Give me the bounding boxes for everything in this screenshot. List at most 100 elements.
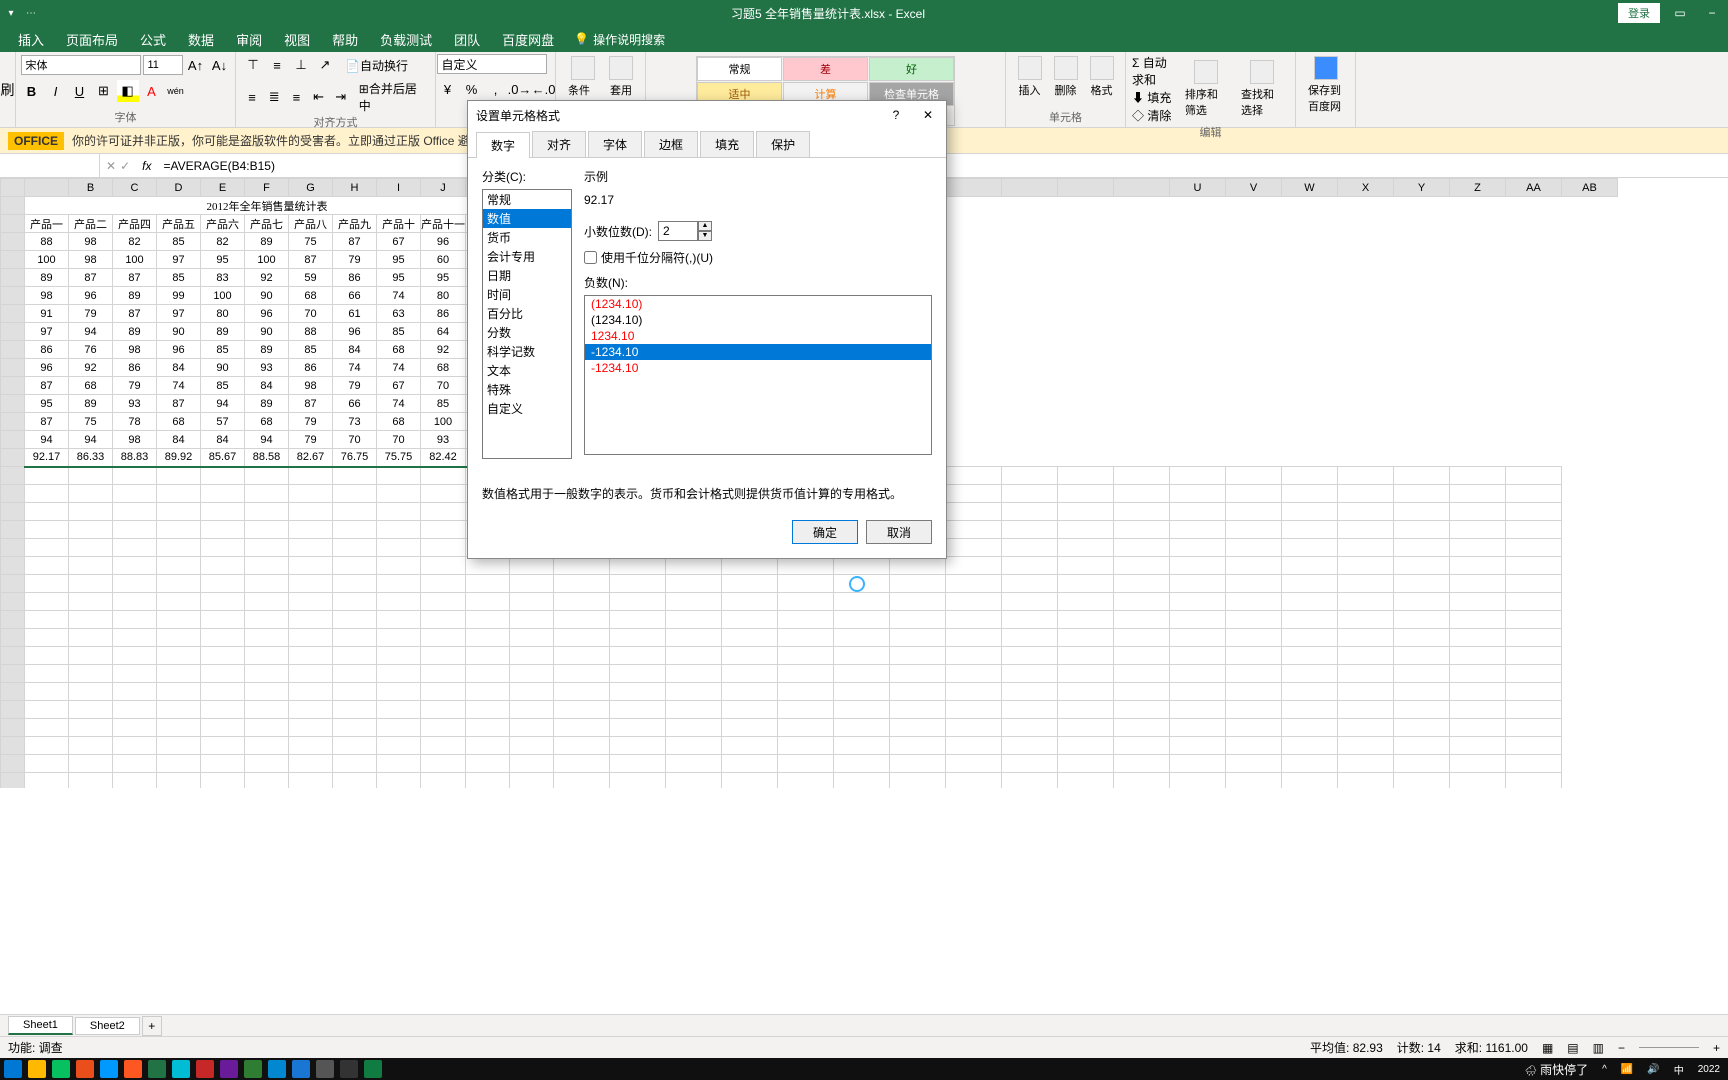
empty-cell[interactable] [421, 629, 466, 647]
empty-cell[interactable] [610, 773, 666, 789]
empty-cell[interactable] [289, 773, 333, 789]
data-cell[interactable]: 74 [377, 287, 421, 305]
data-cell[interactable]: 70 [289, 305, 333, 323]
data-cell[interactable]: 90 [245, 287, 289, 305]
underline-button[interactable]: U [69, 80, 91, 102]
empty-cell[interactable] [834, 593, 890, 611]
empty-cell[interactable] [722, 755, 778, 773]
empty-cell[interactable] [1394, 521, 1450, 539]
fill-color-button[interactable]: ◧ [117, 80, 139, 102]
empty-cell[interactable] [1058, 701, 1114, 719]
empty-cell[interactable] [201, 467, 245, 485]
data-cell[interactable]: 98 [113, 431, 157, 449]
empty-cell[interactable] [333, 539, 377, 557]
empty-cell[interactable] [1450, 611, 1506, 629]
data-cell[interactable]: 87 [289, 395, 333, 413]
save-baidu-button[interactable]: 保存到百度网 [1302, 54, 1349, 116]
empty-cell[interactable] [554, 683, 610, 701]
cancel-button[interactable]: 取消 [866, 520, 932, 544]
add-sheet-button[interactable]: + [142, 1016, 162, 1036]
data-cell[interactable]: 85 [377, 323, 421, 341]
data-cell[interactable]: 94 [245, 431, 289, 449]
empty-cell[interactable] [69, 539, 113, 557]
empty-cell[interactable] [466, 575, 510, 593]
empty-cell[interactable] [377, 755, 421, 773]
empty-cell[interactable] [554, 737, 610, 755]
empty-cell[interactable] [113, 773, 157, 789]
empty-cell[interactable] [201, 575, 245, 593]
empty-cell[interactable] [377, 485, 421, 503]
empty-cell[interactable] [69, 467, 113, 485]
empty-cell[interactable] [69, 683, 113, 701]
empty-cell[interactable] [466, 701, 510, 719]
taskbar-app-icon[interactable] [316, 1060, 334, 1078]
average-cell[interactable]: 82.42 [421, 449, 466, 467]
empty-cell[interactable] [113, 503, 157, 521]
empty-cell[interactable] [1170, 557, 1226, 575]
empty-cell[interactable] [1282, 737, 1338, 755]
empty-cell[interactable] [1506, 485, 1562, 503]
negative-format-item[interactable]: -1234.10 [585, 360, 931, 376]
empty-cell[interactable] [113, 683, 157, 701]
tray-network-icon[interactable]: 📶 [1617, 1064, 1637, 1075]
data-cell[interactable]: 92 [421, 341, 466, 359]
empty-cell[interactable] [289, 737, 333, 755]
empty-cell[interactable] [1002, 467, 1058, 485]
indent-decrease-icon[interactable]: ⇤ [308, 86, 328, 108]
empty-cell[interactable] [946, 773, 1002, 789]
empty-cell[interactable] [778, 755, 834, 773]
data-cell[interactable]: 96 [333, 323, 377, 341]
empty-cell[interactable] [289, 503, 333, 521]
empty-cell[interactable] [1338, 575, 1394, 593]
empty-cell[interactable] [69, 773, 113, 789]
empty-cell[interactable] [1394, 647, 1450, 665]
dialog-close-icon[interactable]: ✕ [918, 108, 938, 122]
empty-cell[interactable] [610, 701, 666, 719]
empty-cell[interactable] [666, 647, 722, 665]
empty-cell[interactable] [1338, 485, 1394, 503]
font-name-select[interactable] [21, 55, 141, 75]
empty-cell[interactable] [1394, 503, 1450, 521]
empty-cell[interactable] [666, 557, 722, 575]
empty-cell[interactable] [377, 719, 421, 737]
ribbon-tab-review[interactable]: 审阅 [226, 26, 272, 53]
empty-cell[interactable] [834, 755, 890, 773]
empty-cell[interactable] [834, 629, 890, 647]
empty-cell[interactable] [1282, 485, 1338, 503]
empty-cell[interactable] [1506, 503, 1562, 521]
taskbar-edge-icon[interactable] [268, 1060, 286, 1078]
empty-cell[interactable] [157, 485, 201, 503]
dialog-tab[interactable]: 对齐 [532, 131, 586, 157]
empty-cell[interactable] [834, 665, 890, 683]
empty-cell[interactable] [245, 719, 289, 737]
data-cell[interactable]: 88 [25, 233, 69, 251]
empty-cell[interactable] [778, 701, 834, 719]
data-cell[interactable]: 74 [333, 359, 377, 377]
empty-cell[interactable] [510, 665, 554, 683]
negative-format-item[interactable]: (1234.10) [585, 312, 931, 328]
empty-cell[interactable] [113, 701, 157, 719]
empty-cell[interactable] [1114, 683, 1170, 701]
empty-cell[interactable] [778, 647, 834, 665]
data-cell[interactable]: 74 [377, 359, 421, 377]
data-cell[interactable]: 63 [377, 305, 421, 323]
data-cell[interactable]: 68 [157, 413, 201, 431]
empty-cell[interactable] [1282, 467, 1338, 485]
data-cell[interactable]: 89 [245, 233, 289, 251]
empty-cell[interactable] [69, 755, 113, 773]
empty-cell[interactable] [666, 575, 722, 593]
empty-cell[interactable] [890, 647, 946, 665]
empty-cell[interactable] [466, 773, 510, 789]
empty-cell[interactable] [1394, 719, 1450, 737]
empty-cell[interactable] [610, 665, 666, 683]
data-cell[interactable]: 96 [421, 233, 466, 251]
empty-cell[interactable] [1002, 611, 1058, 629]
taskbar-app-icon[interactable] [292, 1060, 310, 1078]
empty-cell[interactable] [1282, 701, 1338, 719]
empty-cell[interactable] [946, 485, 1002, 503]
taskbar-app-icon[interactable] [148, 1060, 166, 1078]
empty-cell[interactable] [1338, 737, 1394, 755]
empty-cell[interactable] [778, 719, 834, 737]
empty-cell[interactable] [1058, 683, 1114, 701]
empty-cell[interactable] [333, 503, 377, 521]
